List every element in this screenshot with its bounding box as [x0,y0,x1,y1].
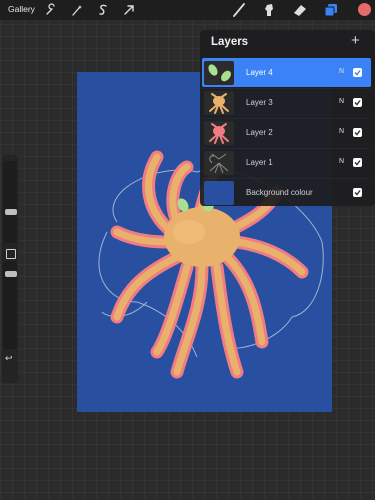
modify-button[interactable] [6,249,16,259]
left-sidebar: ↩ [2,155,18,383]
color-picker-button[interactable] [358,3,371,16]
visibility-checkbox[interactable] [353,188,362,197]
visibility-checkbox[interactable] [353,68,362,77]
brush-size-slider[interactable] [3,161,17,243]
layers-title: Layers [211,36,249,48]
blend-mode-label[interactable]: N [339,68,344,75]
layer-row-3[interactable]: Layer 3 N [202,88,371,117]
layer-name: Layer 3 [246,98,273,107]
brush-size-knob[interactable] [5,209,17,215]
visibility-checkbox[interactable] [353,128,362,137]
opacity-slider[interactable] [3,261,17,349]
layers-panel: Layers + Layer 4 N Layer 3 N Layer 2 N L… [200,30,375,206]
top-toolbar: Gallery [0,0,375,20]
blend-mode-label[interactable]: N [339,128,344,135]
layer-name: Layer 2 [246,128,273,137]
blend-mode-label[interactable]: N [339,158,344,165]
visibility-checkbox[interactable] [353,158,362,167]
layer-thumbnail [204,91,234,115]
layer-name: Layer 4 [246,68,273,77]
layer-row-2[interactable]: Layer 2 N [202,118,371,147]
opacity-knob[interactable] [5,271,17,277]
layer-name: Layer 1 [246,158,273,167]
layer-row-1[interactable]: Layer 1 N [202,148,371,177]
brush-icon[interactable] [232,3,246,17]
smudge-icon[interactable] [262,3,276,17]
layer-row-background[interactable]: Background colour [202,178,371,207]
wrench-icon[interactable] [44,3,58,17]
eraser-icon[interactable] [293,3,307,17]
selection-s-icon[interactable] [96,3,110,17]
magic-wand-icon[interactable] [70,3,84,17]
layer-thumbnail [204,151,234,175]
gallery-button[interactable]: Gallery [8,4,35,14]
layer-name: Background colour [246,188,313,197]
transform-arrow-icon[interactable] [122,3,136,17]
blend-mode-label[interactable]: N [339,98,344,105]
visibility-checkbox[interactable] [353,98,362,107]
layer-thumbnail [204,121,234,145]
layers-icon[interactable] [324,3,338,17]
undo-button[interactable]: ↩ [5,353,13,364]
layer-thumbnail [204,61,234,85]
add-layer-button[interactable]: + [351,32,360,49]
layer-row-4[interactable]: Layer 4 N [202,58,371,87]
background-color-swatch [204,181,234,205]
